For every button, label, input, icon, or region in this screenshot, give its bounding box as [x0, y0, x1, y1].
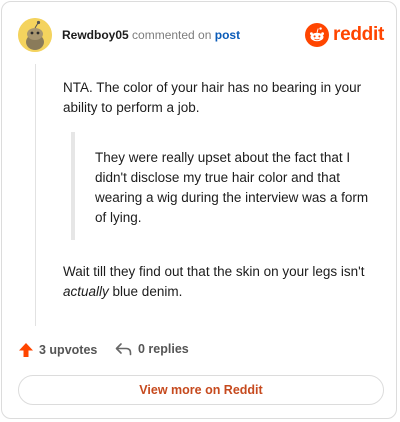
post-link[interactable]: post — [215, 28, 240, 42]
replies-count: 0 replies — [138, 342, 189, 356]
reddit-snoo-icon — [305, 23, 330, 47]
upvote-arrow-icon — [19, 343, 33, 357]
thread-line — [35, 64, 36, 326]
snoo-avatar-icon — [18, 18, 52, 52]
byline: Rewdboy05 commented on post — [62, 27, 240, 43]
commented-on-text: commented on — [132, 28, 212, 42]
reply-arrow-icon — [115, 343, 132, 356]
replies-button[interactable]: 0 replies — [115, 342, 189, 356]
avatar[interactable] — [18, 18, 52, 52]
reddit-wordmark: reddit — [333, 24, 384, 45]
upvote-button[interactable]: 3 upvotes — [18, 342, 97, 358]
comment-paragraph: NTA. The color of your hair has no beari… — [63, 80, 362, 115]
comment-header: Rewdboy05 commented on post reddit — [18, 18, 384, 52]
upvote-count: 3 upvotes — [39, 343, 98, 357]
para2-text-after: blue denim. — [108, 284, 183, 299]
blockquote: They were really upset about the fact th… — [71, 132, 371, 240]
view-more-button[interactable]: View more on Reddit — [18, 375, 384, 405]
comment-body: NTA. The color of your hair has no beari… — [63, 78, 385, 299]
comment-footer: 3 upvotes 0 replies — [18, 342, 384, 362]
comment-embed-card: Rewdboy05 commented on post reddit NTA. … — [1, 1, 397, 419]
author-name[interactable]: Rewdboy05 — [62, 28, 129, 42]
quote-text: They were really upset about the fact th… — [95, 150, 369, 225]
reddit-logo[interactable]: reddit — [305, 22, 384, 48]
para2-emphasis: actually — [63, 284, 109, 299]
comment-paragraph-2: Wait till they find out that the skin on… — [63, 262, 383, 302]
para2-text-before: Wait till they find out that the skin on… — [63, 264, 365, 279]
